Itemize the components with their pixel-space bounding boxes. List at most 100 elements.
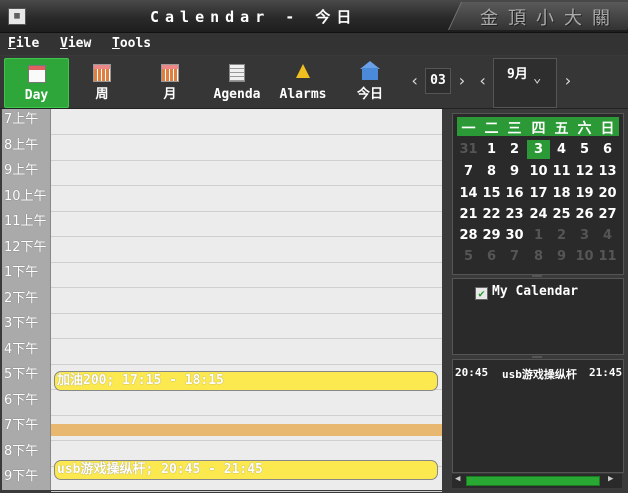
mini-calendar-day[interactable]: 19 [573, 184, 596, 203]
mini-calendar-day[interactable]: 21 [457, 205, 480, 224]
theme-brand-text: 金頂小大關 [480, 8, 620, 29]
hour-label: 12下午 [4, 240, 47, 255]
hour-label: 7上午 [4, 112, 39, 127]
hour-label: 11上午 [4, 214, 47, 229]
mini-calendar-day[interactable]: 28 [457, 226, 480, 245]
mini-calendar-day[interactable]: 23 [503, 205, 526, 224]
mini-calendar-day[interactable]: 29 [480, 226, 503, 245]
mini-calendar-day[interactable]: 24 [527, 205, 550, 224]
bell-icon [296, 64, 310, 78]
calendar-name[interactable]: My Calendar [492, 284, 578, 299]
mini-calendar-day[interactable]: 9 [503, 162, 526, 181]
next-day-icon[interactable]: › [457, 71, 467, 90]
hour-divider [51, 185, 442, 186]
mini-calendar-day[interactable]: 9 [550, 247, 573, 266]
agenda-end-time: 21:45 [589, 366, 623, 379]
hour-label: 3下午 [4, 316, 39, 331]
hour-label: 2下午 [4, 291, 39, 306]
mini-calendar-day[interactable]: 11 [550, 162, 573, 181]
hour-label: 8下午 [4, 444, 39, 459]
mini-calendar-day[interactable]: 5 [573, 140, 596, 159]
scroll-left-icon[interactable]: ◀ [455, 474, 460, 484]
mini-calendar-day[interactable]: 4 [550, 140, 573, 159]
hour-divider [51, 236, 442, 237]
mini-calendar-day[interactable]: 12 [573, 162, 596, 181]
hour-label: 9下午 [4, 469, 39, 484]
mini-calendar-day[interactable]: 18 [550, 184, 573, 203]
alarms-button[interactable]: Alarms [272, 58, 334, 106]
hour-label: 8上午 [4, 138, 39, 153]
prev-month-icon[interactable]: ‹ [478, 71, 488, 90]
hour-label: 5下午 [4, 367, 39, 382]
mini-calendar-day[interactable]: 5 [457, 247, 480, 266]
pane-splitter[interactable] [532, 275, 542, 277]
mini-calendar-day[interactable]: 10 [573, 247, 596, 266]
week-calendar-icon [93, 64, 111, 82]
hour-divider [51, 287, 442, 288]
mini-calendar-day[interactable]: 25 [550, 205, 573, 224]
mini-calendar-day[interactable]: 6 [596, 140, 619, 159]
scroll-right-icon[interactable]: ▶ [608, 474, 613, 484]
window-title: Calendar - 今日 [150, 8, 358, 26]
hour-divider [51, 313, 442, 314]
hour-divider [51, 211, 442, 212]
event-block[interactable]: usb游戏操纵杆; 20:45 - 21:45 [54, 460, 438, 480]
mini-calendar-day[interactable]: 7 [457, 162, 480, 181]
mini-calendar-day[interactable]: 8 [527, 247, 550, 266]
today-button[interactable]: 今日 [346, 58, 394, 106]
next-month-icon[interactable]: › [563, 71, 573, 90]
event-block[interactable]: 加油200; 17:15 - 18:15 [54, 371, 438, 391]
mini-calendar-day[interactable]: 22 [480, 205, 503, 224]
mini-calendar-day[interactable]: 10 [527, 162, 550, 181]
mini-calendar-day[interactable]: 20 [596, 184, 619, 203]
mini-calendar-day[interactable]: 2 [503, 140, 526, 159]
calendar-app-icon[interactable]: ▦ [8, 8, 26, 25]
weekday-header: 三 [507, 121, 522, 137]
mini-calendar-day[interactable]: 11 [596, 247, 619, 266]
hour-label: 1下午 [4, 265, 39, 280]
calendar-checkbox[interactable]: ✔ [475, 287, 488, 300]
mini-calendar-day[interactable]: 17 [527, 184, 550, 203]
hour-label: 6下午 [4, 393, 39, 408]
mini-calendar-day[interactable]: 8 [480, 162, 503, 181]
mini-calendar-day[interactable]: 14 [457, 184, 480, 203]
weekday-header: 六 [577, 121, 592, 137]
day-view-button[interactable]: Day [4, 58, 69, 108]
mini-calendar-day[interactable]: 26 [573, 205, 596, 224]
mini-calendar-day[interactable]: 3 [527, 140, 550, 159]
agenda-start-time: 20:45 [455, 366, 489, 379]
hour-divider [51, 440, 442, 441]
day-spinner[interactable]: 03 [425, 68, 451, 94]
prev-day-icon[interactable]: ‹ [410, 71, 420, 90]
mini-calendar-day[interactable]: 15 [480, 184, 503, 203]
month-calendar-icon [161, 64, 179, 82]
current-time-band [51, 424, 442, 436]
mini-calendar-day[interactable]: 1 [480, 140, 503, 159]
menu-file[interactable]: File [8, 36, 39, 51]
mini-calendar-day[interactable]: 7 [503, 247, 526, 266]
mini-calendar-day[interactable]: 6 [480, 247, 503, 266]
agenda-event-title[interactable]: usb游戏操纵杆 [502, 366, 577, 382]
week-view-button[interactable]: 周 [78, 58, 126, 106]
mini-calendar-day[interactable]: 3 [573, 226, 596, 245]
agenda-view-button[interactable]: Agenda [206, 58, 268, 106]
mini-calendar-day[interactable]: 31 [457, 140, 480, 159]
hour-label: 9上午 [4, 163, 39, 178]
mini-calendar-day[interactable]: 16 [503, 184, 526, 203]
menu-view[interactable]: View [60, 36, 91, 51]
hour-divider [51, 415, 442, 416]
hour-divider [51, 262, 442, 263]
mini-calendar-day[interactable]: 2 [550, 226, 573, 245]
month-view-button[interactable]: 月 [146, 58, 194, 106]
mini-calendar-day[interactable]: 1 [527, 226, 550, 245]
hour-label: 4下午 [4, 342, 39, 357]
mini-calendar-day[interactable]: 4 [596, 226, 619, 245]
chevron-down-icon[interactable]: ⌄ [533, 70, 541, 86]
pane-splitter[interactable] [532, 356, 542, 358]
scrollbar-thumb[interactable] [466, 476, 600, 486]
mini-calendar-day[interactable]: 13 [596, 162, 619, 181]
hour-divider [51, 364, 442, 365]
mini-calendar-day[interactable]: 27 [596, 205, 619, 224]
menu-tools[interactable]: Tools [112, 36, 151, 51]
mini-calendar-day[interactable]: 30 [503, 226, 526, 245]
